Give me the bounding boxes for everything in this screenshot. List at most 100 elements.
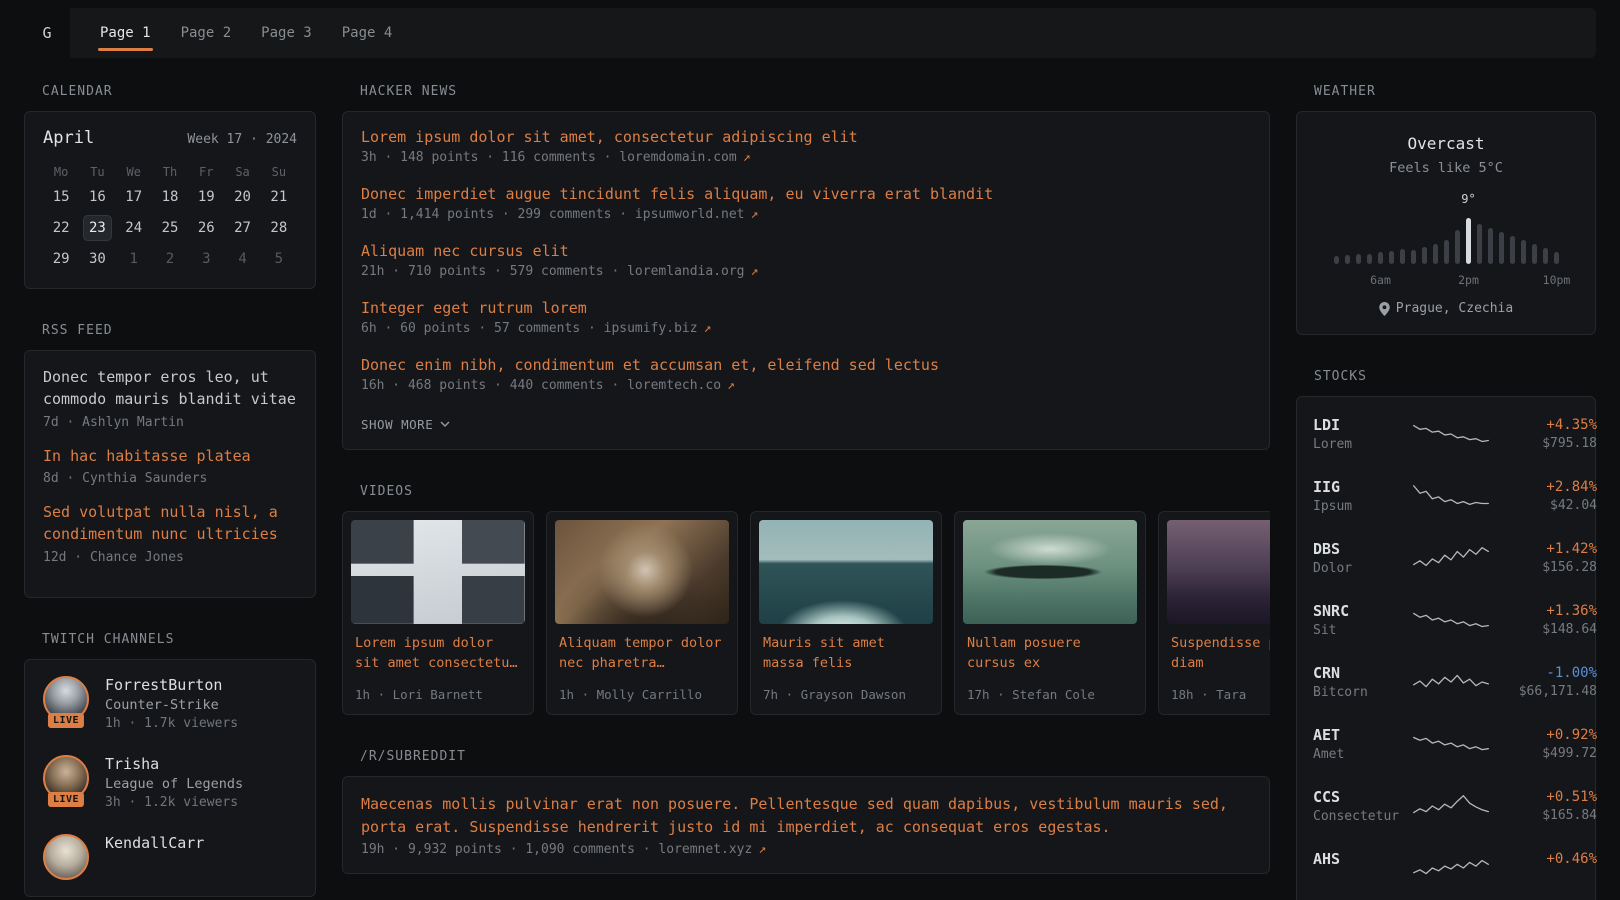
video-title[interactable]: Mauris sit amet massa felis: [759, 634, 933, 673]
video-card[interactable]: Nullam posuere cursus ex 17h · Stefan Co…: [954, 511, 1146, 715]
rss-item-title[interactable]: Donec tempor eros leo, ut commodo mauris…: [43, 367, 297, 411]
page-tab[interactable]: Page 3: [259, 8, 314, 58]
dashboard-columns: Calendar April Week 17 · 2024 Mo Tu We: [24, 84, 1596, 900]
stock-row[interactable]: IIG Ipsum +2.84% $42.04: [1313, 465, 1579, 527]
video-thumbnail[interactable]: [1167, 520, 1270, 624]
twitch-channel-game: Counter-Strike: [105, 697, 238, 713]
calendar-day: 1: [120, 246, 148, 272]
rss-item-title[interactable]: In hac habitasse platea: [43, 446, 297, 468]
twitch-channel-row[interactable]: LIVE ForrestBurton Counter-Strike 1h · 1…: [43, 676, 297, 731]
stock-ticker: CCS: [1313, 788, 1411, 806]
stock-values: +1.36% $148.64: [1491, 603, 1597, 637]
video-card[interactable]: Lorem ipsum dolor sit amet consectetu… 1…: [342, 511, 534, 715]
external-link-icon[interactable]: ↗: [727, 378, 735, 393]
stock-ticker: CRN: [1313, 664, 1411, 682]
dashboard-page: G Page 1 Page 2 Page 3 Page 4 Calendar A…: [0, 0, 1620, 900]
hackernews-show-more-button[interactable]: Show More: [361, 417, 450, 432]
video-title[interactable]: Nullam posuere cursus ex: [963, 634, 1137, 673]
stock-row[interactable]: LDI Lorem +4.35% $795.18: [1313, 403, 1579, 465]
calendar-widget: April Week 17 · 2024 Mo Tu We Th: [24, 111, 316, 289]
stock-price: $795.18: [1491, 436, 1597, 451]
rss-widget: Donec tempor eros leo, ut commodo mauris…: [24, 350, 316, 598]
external-link-icon[interactable]: ↗: [751, 207, 759, 222]
reddit-widget: Maecenas mollis pulvinar erat non posuer…: [342, 776, 1270, 874]
weather-bar: [1477, 224, 1482, 264]
stock-spark-wrap: [1411, 606, 1491, 634]
video-title[interactable]: Suspendisse porta diam: [1167, 634, 1270, 673]
stock-row[interactable]: CRN Bitcorn -1.00% $66,171.48: [1313, 651, 1579, 713]
hackernews-item-meta: 6h · 60 points · 57 comments · ipsumify.…: [361, 321, 1251, 336]
external-link-icon[interactable]: ↗: [704, 321, 712, 336]
stock-identity: DBS Dolor: [1313, 540, 1411, 576]
stock-row[interactable]: CCS Consectetur +0.51% $165.84: [1313, 775, 1579, 837]
reddit-item-title[interactable]: Maecenas mollis pulvinar erat non posuer…: [361, 793, 1251, 838]
hackernews-item-title[interactable]: Donec enim nibh, condimentum et accumsan…: [361, 356, 1251, 374]
calendar-day-header: Th: [152, 160, 188, 184]
page-tab[interactable]: Page 2: [179, 8, 234, 58]
stock-row[interactable]: AET Amet +0.92% $499.72: [1313, 713, 1579, 775]
hackernews-item-title[interactable]: Integer eget rutrum lorem: [361, 299, 1251, 317]
calendar-day-header: Sa: [224, 160, 260, 184]
twitch-avatar-wrap: LIVE: [43, 834, 89, 880]
hackernews-list: Lorem ipsum dolor sit amet, consectetur …: [361, 128, 1251, 393]
external-link-icon[interactable]: ↗: [743, 150, 751, 165]
twitch-channel-name[interactable]: ForrestBurton: [105, 676, 238, 694]
twitch-channel-name[interactable]: KendallCarr: [105, 834, 204, 852]
video-thumbnail[interactable]: [963, 520, 1137, 624]
live-badge: LIVE: [48, 792, 84, 807]
weather-bar: [1422, 247, 1427, 264]
video-thumbnail[interactable]: [555, 520, 729, 624]
video-title[interactable]: Aliquam tempor dolor nec pharetra…: [555, 634, 729, 673]
reddit-item: Maecenas mollis pulvinar erat non posuer…: [361, 793, 1251, 857]
page-tab[interactable]: Page 4: [340, 8, 395, 58]
video-meta: 18h · Tara: [1167, 687, 1270, 706]
stock-spark-wrap: [1411, 420, 1491, 448]
stock-identity: LDI Lorem: [1313, 416, 1411, 452]
weather-bar: [1334, 256, 1339, 264]
stock-row[interactable]: DBS Dolor +1.42% $156.28: [1313, 527, 1579, 589]
hackernews-item-title[interactable]: Donec imperdiet augue tincidunt felis al…: [361, 185, 1251, 203]
hackernews-item-meta: 21h · 710 points · 579 comments · loreml…: [361, 264, 1251, 279]
hackernews-item-title[interactable]: Lorem ipsum dolor sit amet, consectetur …: [361, 128, 1251, 146]
video-card[interactable]: Suspendisse porta diam 18h · Tara: [1158, 511, 1270, 715]
page-tab[interactable]: Page 1: [98, 8, 153, 58]
video-title[interactable]: Lorem ipsum dolor sit amet consectetu…: [351, 634, 525, 673]
hackernews-item: Aliquam nec cursus elit 21h · 710 points…: [361, 242, 1251, 279]
video-card[interactable]: Mauris sit amet massa felis 7h · Grayson…: [750, 511, 942, 715]
app-logo[interactable]: G: [24, 8, 70, 58]
weather-section: Weather Overcast Feels like 5°C 9° 6am2p…: [1296, 84, 1596, 335]
rss-item-title[interactable]: Sed volutpat nulla nisl, a condimentum n…: [43, 502, 297, 546]
hackernews-section: Hacker News Lorem ipsum dolor sit amet, …: [342, 84, 1270, 450]
video-thumbnail[interactable]: [759, 520, 933, 624]
avatar[interactable]: [43, 834, 89, 880]
weather-bar: [1378, 252, 1383, 264]
stock-row[interactable]: SNRC Sit +1.36% $148.64: [1313, 589, 1579, 651]
stock-sparkline: [1411, 854, 1491, 882]
stock-name: Dolor: [1313, 561, 1411, 576]
live-badge: LIVE: [48, 713, 84, 728]
calendar-day: 26: [192, 215, 220, 241]
twitch-channel-row[interactable]: LIVE Trisha League of Legends 3h · 1.2k …: [43, 755, 297, 810]
twitch-channel-name[interactable]: Trisha: [105, 755, 243, 773]
video-thumbnail[interactable]: [351, 520, 525, 624]
stock-row[interactable]: AHS +0.46%: [1313, 837, 1579, 899]
calendar-day-headers: Mo Tu We Th Fr Sa Su: [43, 160, 297, 184]
weather-bar: [1433, 244, 1438, 264]
hackernews-item-meta: 16h · 468 points · 440 comments · loremt…: [361, 378, 1251, 393]
stock-identity: IIG Ipsum: [1313, 478, 1411, 514]
external-link-icon[interactable]: ↗: [758, 842, 766, 857]
video-meta: 7h · Grayson Dawson: [759, 687, 933, 706]
hackernews-item-title[interactable]: Aliquam nec cursus elit: [361, 242, 1251, 260]
rss-item-meta-text: 8d · Cynthia Saunders: [43, 471, 207, 486]
section-title-hackernews: Hacker News: [360, 84, 1270, 99]
video-card[interactable]: Aliquam tempor dolor nec pharetra… 1h · …: [546, 511, 738, 715]
hackernews-item-meta-text: 16h · 468 points · 440 comments · loremt…: [361, 378, 721, 393]
twitch-avatar-wrap: LIVE: [43, 676, 89, 722]
stock-price: $66,171.48: [1491, 684, 1597, 699]
hackernews-item: Donec imperdiet augue tincidunt felis al…: [361, 185, 1251, 222]
section-title-calendar: Calendar: [42, 84, 316, 99]
stock-ticker: IIG: [1313, 478, 1411, 496]
weather-bar: [1554, 252, 1559, 264]
twitch-channel-row[interactable]: LIVE KendallCarr: [43, 834, 297, 880]
external-link-icon[interactable]: ↗: [751, 264, 759, 279]
